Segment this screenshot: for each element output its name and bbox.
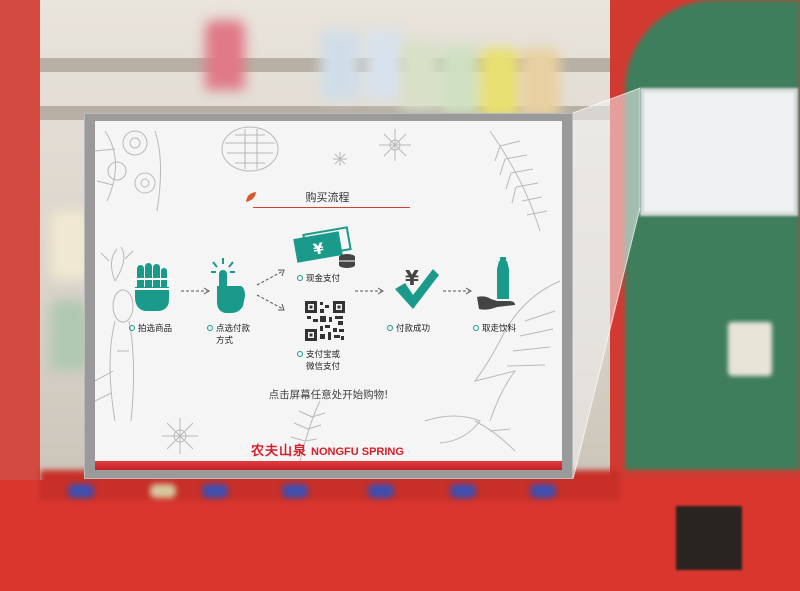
- title-block: 购买流程: [245, 189, 410, 209]
- yuan-check-icon: ¥: [395, 266, 439, 309]
- finger-tap-icon: [211, 258, 245, 313]
- flow-arrow: [181, 287, 210, 295]
- step-method-label: 点选付款 方式: [207, 323, 250, 347]
- svg-text:¥: ¥: [405, 266, 419, 290]
- step-bullet: [297, 351, 303, 357]
- step-text: 方式: [216, 336, 234, 346]
- step-bullet: [207, 325, 213, 331]
- step-cash-label: 现金支付: [297, 273, 340, 285]
- step-select-label: 拍选商品: [129, 323, 172, 335]
- step-success-label: 付款成功: [387, 323, 430, 335]
- step-text: 微信支付: [306, 362, 341, 372]
- flow-arrow: [355, 287, 384, 295]
- page-title: 购买流程: [305, 191, 350, 204]
- step-text: 付款成功: [396, 324, 431, 334]
- hand-bottle-icon: [477, 257, 515, 310]
- screen-footer-bar: [95, 461, 562, 470]
- step-take-label: 取走饮料: [473, 323, 516, 335]
- flow-arrow: [443, 287, 472, 295]
- qr-code-icon: [305, 301, 345, 341]
- purchase-flow-screen[interactable]: 购买流程 拍选商品 点选付款 方式 ¥ 现金支付 支付宝或 微信支付 ¥ 付款成…: [95, 121, 562, 470]
- step-text: 现金支付: [306, 274, 341, 284]
- step-bullet: [129, 325, 135, 331]
- brand-name-en: NONGFU SPRING: [311, 446, 404, 458]
- step-bullet: [387, 325, 393, 331]
- step-text: 点选付款: [216, 324, 251, 334]
- flow-arrow-split: [256, 269, 285, 311]
- title-underline: [253, 207, 410, 208]
- brand-logo: 农夫山泉 NONGFU SPRING: [251, 440, 404, 459]
- hand-select-icon: [131, 263, 173, 311]
- step-qr-label: 支付宝或 微信支付: [297, 349, 340, 373]
- cash-icon: ¥: [293, 226, 355, 268]
- brand-name-cn: 农夫山泉: [251, 444, 308, 459]
- step-text: 取走饮料: [482, 324, 517, 334]
- step-bullet: [473, 325, 479, 331]
- step-bullet: [297, 275, 303, 281]
- step-text: 拍选商品: [138, 324, 173, 334]
- step-text: 支付宝或: [306, 350, 341, 360]
- start-prompt[interactable]: 点击屏幕任意处开始购物!: [95, 387, 562, 402]
